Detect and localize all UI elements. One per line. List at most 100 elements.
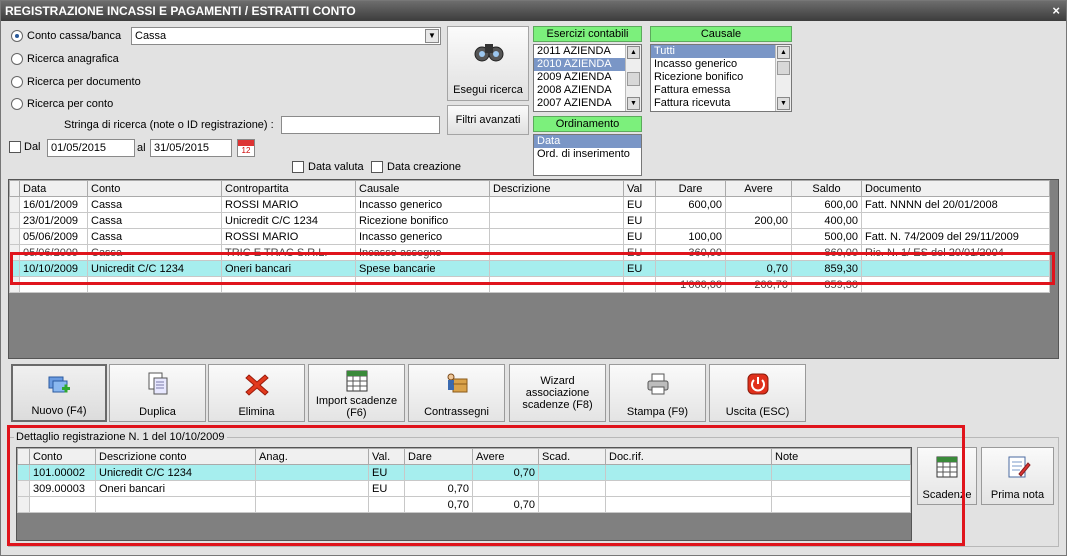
detail-grid[interactable]: Conto Descrizione conto Anag. Val. Dare … <box>16 447 912 541</box>
ordinamento-listbox[interactable]: Data Ord. di inserimento <box>533 134 642 176</box>
scroll-down-icon[interactable]: ▼ <box>777 97 790 110</box>
scroll-thumb[interactable] <box>777 61 790 75</box>
uscita-label: Uscita (ESC) <box>725 406 790 418</box>
column-header[interactable]: Avere <box>725 180 792 197</box>
prima-nota-button[interactable]: Prima nota <box>981 447 1054 505</box>
column-header[interactable]: Anag. <box>255 448 369 465</box>
list-item[interactable]: Fattura emessa <box>651 84 791 97</box>
column-header[interactable]: Contropartita <box>221 180 356 197</box>
column-header[interactable]: Doc.rif. <box>605 448 772 465</box>
row-selector[interactable] <box>9 228 20 245</box>
radio-conto-cassa[interactable]: Conto cassa/banca <box>11 28 121 44</box>
data-creazione-checkbox[interactable] <box>371 161 383 173</box>
row-selector[interactable] <box>9 260 20 277</box>
chevron-down-icon[interactable]: ▼ <box>425 29 439 43</box>
list-item[interactable]: Ord. di inserimento <box>534 148 641 161</box>
column-header[interactable]: Causale <box>355 180 490 197</box>
date-to-field[interactable]: 31/05/2015 <box>150 139 232 157</box>
row-selector[interactable] <box>17 480 30 497</box>
row-selector[interactable] <box>9 196 20 213</box>
column-header[interactable]: Val. <box>368 448 405 465</box>
scrollbar[interactable]: ▲ ▼ <box>775 45 791 111</box>
table-row[interactable]: 23/01/2009 Cassa Unicredit C/C 1234 Rice… <box>9 212 1050 229</box>
table-row-selected[interactable]: 10/10/2009 Unicredit C/C 1234 Oneri banc… <box>9 260 1050 277</box>
row-selector[interactable] <box>17 464 30 481</box>
row-selector[interactable] <box>9 244 20 261</box>
table-cell: Ricezione bonifico <box>355 212 490 229</box>
column-header[interactable]: Avere <box>472 448 539 465</box>
scroll-up-icon[interactable]: ▲ <box>777 46 790 59</box>
column-header[interactable]: Documento <box>861 180 1050 197</box>
stampa-button[interactable]: Stampa (F9) <box>609 364 706 422</box>
table-row[interactable]: 05/06/2009 Cassa ROSSI MARIO Incasso gen… <box>9 228 1050 245</box>
registration-window: REGISTRAZIONE INCASSI E PAGAMENTI / ESTR… <box>0 0 1067 556</box>
radio-icon[interactable] <box>11 53 23 65</box>
scroll-down-icon[interactable]: ▼ <box>627 97 640 110</box>
data-valuta-checkbox[interactable] <box>292 161 304 173</box>
radio-ricerca-conto[interactable]: Ricerca per conto <box>11 96 113 112</box>
search-string-input[interactable] <box>281 116 440 134</box>
data-creazione-checkbox-row[interactable]: Data creazione <box>371 161 461 173</box>
table-cell: ROSSI MARIO <box>221 228 356 245</box>
table-totals-row: 1'060,00 200,70 859,30 <box>9 276 1050 293</box>
radio-icon[interactable] <box>11 76 23 88</box>
list-item[interactable]: Tutti <box>651 45 791 58</box>
row-header-cell <box>17 448 30 465</box>
list-item[interactable]: Data <box>534 135 641 148</box>
list-item[interactable]: Fattura ricevuta <box>651 97 791 110</box>
radio-ricerca-documento[interactable]: Ricerca per documento <box>11 74 141 90</box>
list-item[interactable]: Ricezione bonifico <box>651 71 791 84</box>
nuovo-button[interactable]: Nuovo (F4) <box>11 364 107 422</box>
table-row[interactable]: 05/06/2009 Cassa TRIC E TRAC S.R.L. Inca… <box>9 244 1050 261</box>
scadenze-button[interactable]: Scadenze <box>917 447 977 505</box>
printer-icon <box>647 373 668 395</box>
table-row[interactable]: 16/01/2009 Cassa ROSSI MARIO Incasso gen… <box>9 196 1050 213</box>
table-cell <box>489 260 624 277</box>
import-scadenze-button[interactable]: Import scadenze (F6) <box>308 364 405 422</box>
radio-icon[interactable] <box>11 98 23 110</box>
account-combo[interactable]: Cassa ▼ <box>131 27 441 45</box>
table-cell <box>623 276 656 293</box>
column-header[interactable]: Conto <box>29 448 96 465</box>
dal-checkbox[interactable] <box>9 141 21 153</box>
movements-grid[interactable]: Data Conto Contropartita Causale Descriz… <box>8 179 1059 359</box>
column-header[interactable]: Dare <box>404 448 473 465</box>
radio-selected-icon[interactable] <box>11 30 23 42</box>
wizard-associazione-button[interactable]: Wizard associazione scadenze (F8) <box>509 364 606 422</box>
column-header[interactable]: Conto <box>87 180 222 197</box>
esegui-ricerca-button[interactable]: Esegui ricerca <box>447 26 529 101</box>
dal-checkbox-row[interactable]: Dal <box>9 141 41 153</box>
date-from-field[interactable]: 01/05/2015 <box>47 139 135 157</box>
data-valuta-checkbox-row[interactable]: Data valuta <box>292 161 364 173</box>
ordinamento-header: Ordinamento <box>533 116 642 132</box>
row-selector <box>17 496 30 513</box>
table-cell <box>655 212 726 229</box>
causale-listbox[interactable]: Tutti Incasso generico Ricezione bonific… <box>650 44 792 112</box>
uscita-button[interactable]: Uscita (ESC) <box>709 364 806 422</box>
list-item[interactable]: Incasso generico <box>651 58 791 71</box>
column-header[interactable]: Note <box>771 448 911 465</box>
row-selector[interactable] <box>9 212 20 229</box>
scroll-up-icon[interactable]: ▲ <box>627 46 640 59</box>
column-header[interactable]: Val <box>623 180 656 197</box>
contrassegni-button[interactable]: Contrassegni <box>408 364 505 422</box>
scrollbar[interactable]: ▲ ▼ <box>625 45 641 111</box>
column-header[interactable]: Dare <box>655 180 726 197</box>
radio-ricerca-anagrafica[interactable]: Ricerca anagrafica <box>11 51 119 67</box>
column-header[interactable]: Data <box>19 180 88 197</box>
close-icon[interactable]: × <box>1052 1 1060 21</box>
detail-row-selected[interactable]: 101.00002 Unicredit C/C 1234 EU 0,70 <box>17 464 911 481</box>
table-cell <box>605 464 772 481</box>
elimina-button[interactable]: Elimina <box>208 364 305 422</box>
filtri-avanzati-button[interactable]: Filtri avanzati <box>447 105 529 135</box>
column-header[interactable]: Saldo <box>791 180 862 197</box>
duplica-button[interactable]: Duplica <box>109 364 206 422</box>
esercizi-listbox[interactable]: 2011 AZIENDA 2010 AZIENDA 2009 AZIENDA 2… <box>533 44 642 112</box>
column-header[interactable]: Descrizione <box>489 180 624 197</box>
calendar-icon[interactable]: 12 <box>237 139 255 157</box>
table-cell <box>368 496 405 513</box>
scroll-thumb[interactable] <box>627 72 640 86</box>
detail-row[interactable]: 309.00003 Oneri bancari EU 0,70 <box>17 480 911 497</box>
column-header[interactable]: Scad. <box>538 448 606 465</box>
column-header[interactable]: Descrizione conto <box>95 448 256 465</box>
